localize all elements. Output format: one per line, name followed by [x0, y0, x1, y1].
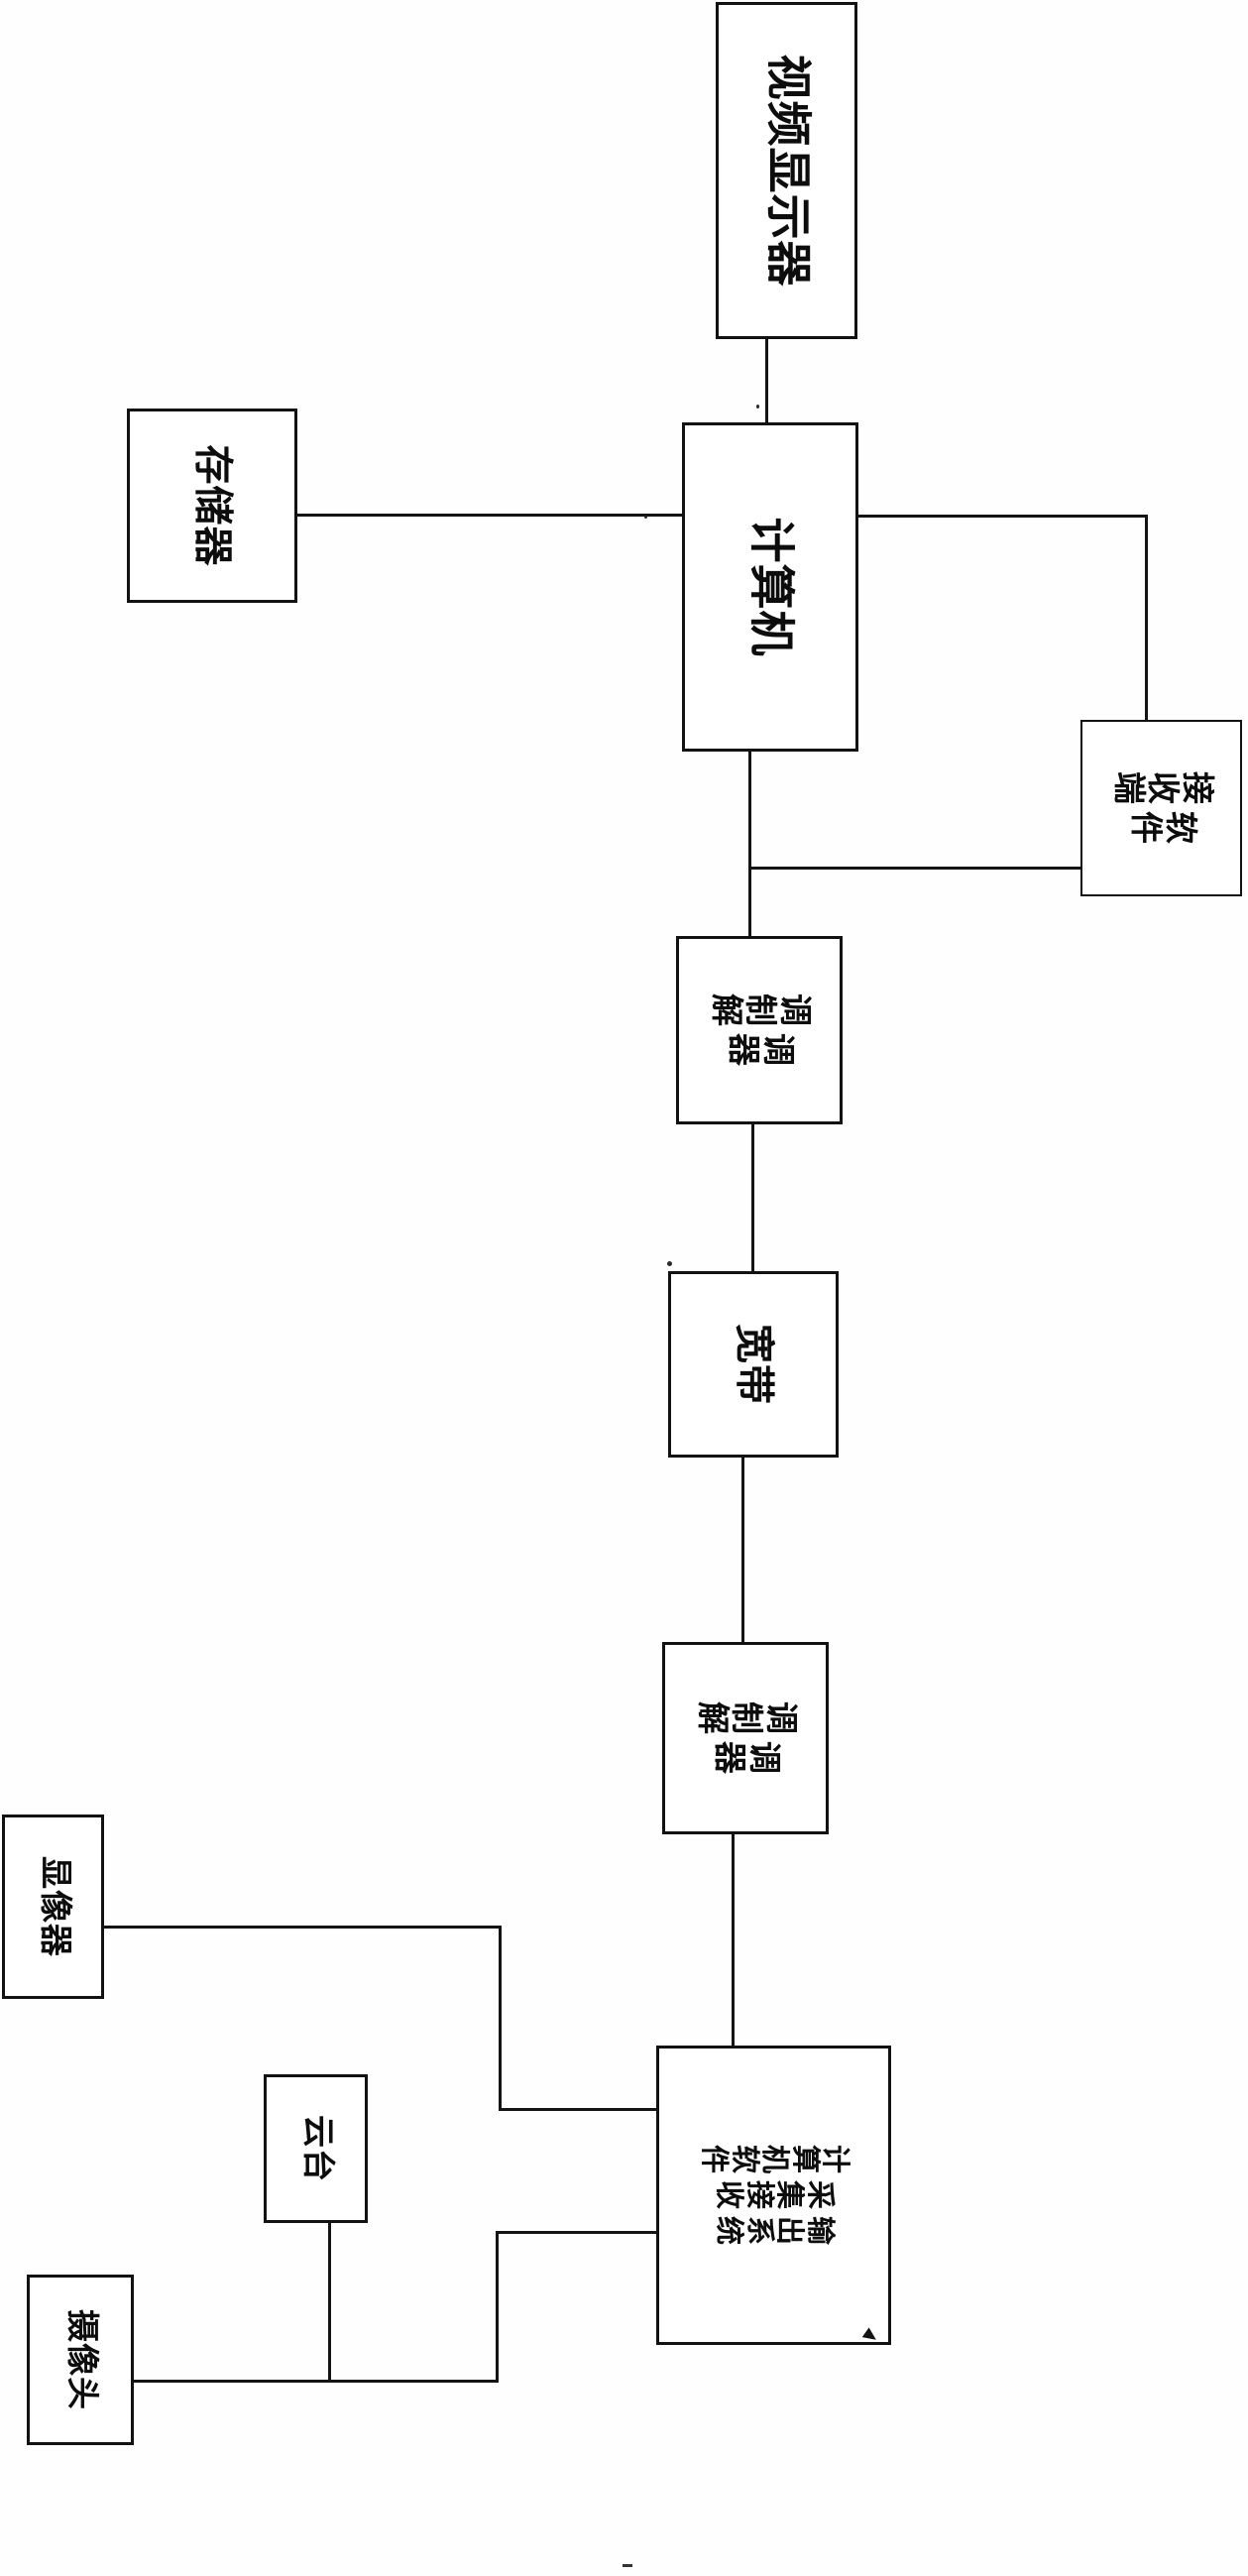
receiver-col-left: 接收端 [1109, 771, 1214, 805]
node-computer-label: 计算机 [745, 517, 797, 657]
node-modem-top[interactable]: 调制解 调器 [676, 936, 843, 1124]
node-receiver-software-label: 接收端 软件 [1109, 771, 1214, 845]
edge-camera-into-acq [496, 2231, 657, 2234]
patent-figure-page: 视频显示器 存储器 计算机 接收端 软件 调制解 调器 宽带 调 制 解 调 器… [0, 0, 1248, 2576]
node-acquisition-system-label: 计算机软件 采集接收 输出系统 [697, 2144, 851, 2247]
node-camera-label: 摄像头 [62, 2309, 99, 2410]
node-video-display-label: 视频显示器 [761, 54, 813, 288]
modem-bottom-col-left: 调制解 [693, 1701, 798, 1735]
scan-speck [756, 405, 759, 409]
node-video-display[interactable]: 视频显示器 [716, 2, 857, 339]
node-receiver-software[interactable]: 接收端 软件 [1080, 720, 1242, 896]
edge-computer-receiver-side [748, 867, 1083, 870]
node-imager[interactable]: 显像器 [2, 1815, 104, 1999]
edge-computer-receiver-top [852, 515, 1148, 518]
node-modem-top-label: 调制解 调器 [707, 994, 812, 1067]
edge-storage-computer [293, 514, 690, 517]
receiver-col-right: 软件 [1126, 811, 1197, 845]
edge-videodisplay-computer [765, 337, 768, 431]
edge-computer-receiver-drop [1145, 515, 1148, 723]
acq-col-mid: 采集接收 [713, 2179, 836, 2211]
scan-speck [644, 516, 647, 519]
node-modem-bottom-label: 调制解 调器 [693, 1701, 798, 1775]
node-storage[interactable]: 存储器 [127, 409, 297, 603]
page-bottom-tick [623, 2564, 632, 2567]
edge-camera-rise [496, 2231, 499, 2382]
edge-broadband-modembottom [741, 1456, 744, 1646]
edge-gimbal-drop [328, 2221, 331, 2382]
edge-modemtop-broadband [751, 1123, 754, 1274]
node-gimbal-label: 云台 [298, 2115, 335, 2182]
node-storage-label: 存储器 [190, 444, 236, 567]
edge-imager-into-acq [499, 2108, 657, 2111]
node-acquisition-system[interactable]: 计算机软件 采集接收 输出系统 [656, 2046, 891, 2345]
node-broadband-label: 宽带 [732, 1324, 777, 1405]
node-broadband[interactable]: 宽带 [668, 1271, 839, 1458]
edge-modembottom-acquisition [732, 1832, 735, 2052]
node-gimbal[interactable]: 云台 [264, 2074, 368, 2223]
edge-imager-right [102, 1926, 502, 1929]
acq-col-right: 输出系统 [713, 2216, 836, 2247]
modem-bottom-col-right: 调器 [711, 1741, 781, 1775]
node-camera[interactable]: 摄像头 [27, 2275, 134, 2445]
node-modem-bottom[interactable]: 调制解 调器 [662, 1642, 829, 1834]
scan-speck [667, 1261, 672, 1266]
edge-imager-drop [499, 1926, 502, 2111]
node-imager-label: 显像器 [36, 1856, 72, 1957]
edge-computer-modemtop [748, 750, 751, 940]
node-computer[interactable]: 计算机 [682, 422, 858, 752]
edge-camera-right [133, 2380, 499, 2383]
modem-top-col-left: 调制解 [707, 994, 812, 1027]
acq-col-left: 计算机软件 [697, 2144, 851, 2174]
modem-top-col-right: 调器 [725, 1033, 795, 1067]
